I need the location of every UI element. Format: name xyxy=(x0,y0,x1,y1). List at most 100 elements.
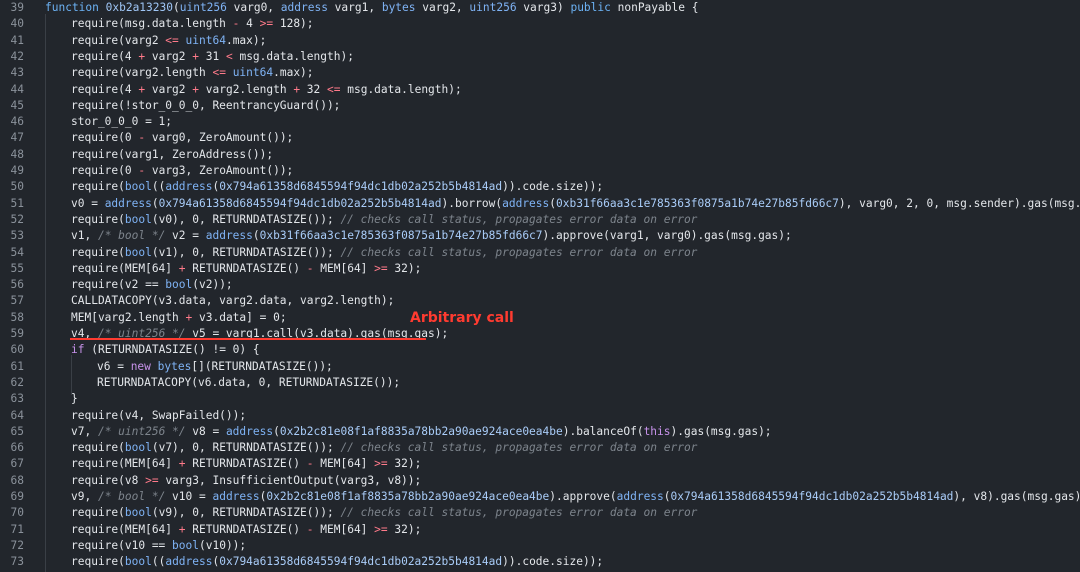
code-line[interactable]: 53 v1, /* bool */ v2 = address(0xb31f66aa… xyxy=(0,228,1080,244)
code-line[interactable]: 66 require(bool(v7), 0, RETURNDATASIZE())… xyxy=(0,440,1080,456)
code-token: bool xyxy=(124,212,152,226)
code-line[interactable]: 73 require(bool((address(0x794a61358d6845… xyxy=(0,554,1080,570)
code-line[interactable]: 54 require(bool(v1), 0, RETURNDATASIZE())… xyxy=(0,245,1080,261)
code-token: require(MEM[64] xyxy=(71,522,179,536)
code-line[interactable]: 60 if (RETURNDATASIZE() != 0) { xyxy=(0,342,1080,358)
code-token: )).code.size)); xyxy=(502,555,604,569)
code-token: bool xyxy=(165,278,193,292)
code-text: v7, /* uint256 */ v8 = address(0x2b2c81e… xyxy=(71,424,772,440)
line-number: 48 xyxy=(10,147,24,161)
line-number: 61 xyxy=(10,359,24,373)
code-token: >= xyxy=(374,522,388,536)
code-line[interactable]: 69 v9, /* bool */ v10 = address(0x2b2c81e… xyxy=(0,489,1080,505)
code-token: ), v8).gas(msg.gas); xyxy=(953,490,1080,503)
line-number: 65 xyxy=(10,424,24,438)
code-token: varg0, xyxy=(226,1,281,14)
code-text: v0 = address(0x794a61358d6845594f94dc1db… xyxy=(71,196,1080,212)
code-token: RETURNDATASIZE() xyxy=(185,261,307,275)
line-number: 44 xyxy=(10,82,24,96)
code-token: // checks call status, propagates error … xyxy=(340,245,698,259)
code-line[interactable]: 41 require(varg2 <= uint64.max); xyxy=(0,33,1080,49)
code-line[interactable]: 45 require(!stor_0_0_0, ReentrancyGuard()… xyxy=(0,98,1080,114)
code-line[interactable]: 42 require(4 + varg2 + 31 < msg.data.leng… xyxy=(0,49,1080,65)
code-line[interactable]: 52 require(bool(v0), 0, RETURNDATASIZE())… xyxy=(0,212,1080,228)
code-line[interactable]: 43 require(varg2.length <= uint64.max); xyxy=(0,65,1080,81)
code-text: require(MEM[64] + RETURNDATASIZE() - MEM… xyxy=(71,456,421,472)
code-token: ).balanceOf( xyxy=(562,424,644,438)
code-line[interactable]: 51 v0 = address(0x794a61358d6845594f94dc1… xyxy=(0,196,1080,212)
code-line[interactable]: 65 v7, /* uint256 */ v8 = address(0x2b2c8… xyxy=(0,424,1080,440)
code-line[interactable]: 68 require(v8 >= varg3, InsufficientOutpu… xyxy=(0,473,1080,489)
code-token: uint256 xyxy=(179,1,227,14)
code-text: v6 = new bytes[](RETURNDATASIZE()); xyxy=(97,359,333,375)
code-token: + xyxy=(192,49,200,63)
code-line[interactable]: 67 require(MEM[64] + RETURNDATASIZE() - M… xyxy=(0,456,1080,472)
code-token: v6 = xyxy=(97,359,131,373)
code-line[interactable]: 57 CALLDATACOPY(v3.data, varg2.data, varg… xyxy=(0,293,1080,309)
code-token: )).code.size)); xyxy=(502,180,604,194)
code-text: require(bool(v0), 0, RETURNDATASIZE()); … xyxy=(71,212,697,228)
code-token: uint64 xyxy=(232,66,274,80)
code-token: (v7), 0, RETURNDATASIZE()); xyxy=(151,441,341,455)
code-token: .max); xyxy=(225,33,267,47)
code-token: address xyxy=(212,490,260,503)
code-token: address xyxy=(165,180,213,194)
code-token: (v10)); xyxy=(199,538,247,552)
code-token: >= xyxy=(259,17,274,31)
code-token: require(varg1, ZeroAddress()); xyxy=(71,147,274,161)
code-line[interactable]: 70 require(bool(v9), 0, RETURNDATASIZE())… xyxy=(0,505,1080,521)
code-token: require( xyxy=(71,212,125,226)
code-token: public xyxy=(570,1,611,14)
code-text: v9, /* bool */ v10 = address(0x2b2c81e08… xyxy=(71,489,1080,505)
code-token: (( xyxy=(151,180,166,194)
code-line[interactable]: 72 require(v10 == bool(v10)); xyxy=(0,538,1080,554)
line-number: 59 xyxy=(10,327,24,340)
code-line[interactable]: 50 require(bool((address(0x794a61358d6845… xyxy=(0,179,1080,195)
code-line[interactable]: 61 v6 = new bytes[](RETURNDATASIZE()); xyxy=(0,359,1080,375)
code-line[interactable]: 58 MEM[varg2.length + v3.data] = 0; xyxy=(0,310,1080,326)
line-number: 45 xyxy=(10,98,24,112)
code-text: require(v4, SwapFailed()); xyxy=(71,408,246,424)
code-token: RETURNDATACOPY(v6.data, 0, RETURNDATASIZ… xyxy=(97,375,401,389)
code-token: this xyxy=(643,424,671,438)
code-token: stor_0_0_0 = 1; xyxy=(71,115,173,129)
code-line[interactable]: 47 require(0 - varg0, ZeroAmount()); xyxy=(0,130,1080,146)
code-line[interactable]: 62 RETURNDATACOPY(v6.data, 0, RETURNDATAS… xyxy=(0,375,1080,391)
line-number: 53 xyxy=(10,229,24,243)
code-line[interactable]: 49 require(0 - varg3, ZeroAmount()); xyxy=(0,163,1080,179)
code-line[interactable]: 40 require(msg.data.length - 4 >= 128); xyxy=(0,16,1080,32)
code-token: MEM[varg2.length xyxy=(71,310,186,324)
code-text: require(bool(v1), 0, RETURNDATASIZE()); … xyxy=(71,245,697,261)
code-text: require(4 + varg2 + varg2.length + 32 <=… xyxy=(71,82,462,98)
code-token: require( xyxy=(71,506,125,520)
code-line[interactable]: 39 function 0xb2a13230(uint256 varg0, add… xyxy=(0,0,1080,16)
code-token: RETURNDATASIZE() xyxy=(185,457,307,471)
code-token: bool xyxy=(124,506,152,520)
code-token: 0x794a61358d6845594f94dc1db02a252b5b4814… xyxy=(670,490,954,503)
code-token: bool xyxy=(124,245,152,259)
code-line[interactable]: 71 require(MEM[64] + RETURNDATASIZE() - M… xyxy=(0,522,1080,538)
code-line[interactable]: 55 require(MEM[64] + RETURNDATASIZE() - M… xyxy=(0,261,1080,277)
code-line[interactable]: 63} xyxy=(0,391,1080,407)
code-text: require(bool((address(0x794a61358d684559… xyxy=(71,554,603,570)
code-line[interactable]: 64 require(v4, SwapFailed()); xyxy=(0,408,1080,424)
line-number: 72 xyxy=(10,538,24,552)
code-token: [](RETURNDATASIZE()); xyxy=(191,359,333,373)
code-token: varg2 xyxy=(145,49,193,63)
code-text: require(v2 == bool(v2)); xyxy=(71,277,233,293)
line-number: 67 xyxy=(10,457,24,471)
code-text: require(0 - varg3, ZeroAmount()); xyxy=(71,163,293,179)
code-line[interactable]: 44 require(4 + varg2 + varg2.length + 32 … xyxy=(0,82,1080,98)
line-number: 69 xyxy=(10,490,24,503)
code-line[interactable]: 46 stor_0_0_0 = 1; xyxy=(0,114,1080,130)
code-editor[interactable]: 39 function 0xb2a13230(uint256 varg0, add… xyxy=(0,0,1080,572)
code-token: ( xyxy=(172,1,180,14)
line-number: 64 xyxy=(10,408,24,422)
code-token: - xyxy=(306,457,314,471)
line-number: 49 xyxy=(10,164,24,177)
code-line[interactable]: 56 require(v2 == bool(v2)); xyxy=(0,277,1080,293)
code-line[interactable]: 48 require(varg1, ZeroAddress()); xyxy=(0,147,1080,163)
